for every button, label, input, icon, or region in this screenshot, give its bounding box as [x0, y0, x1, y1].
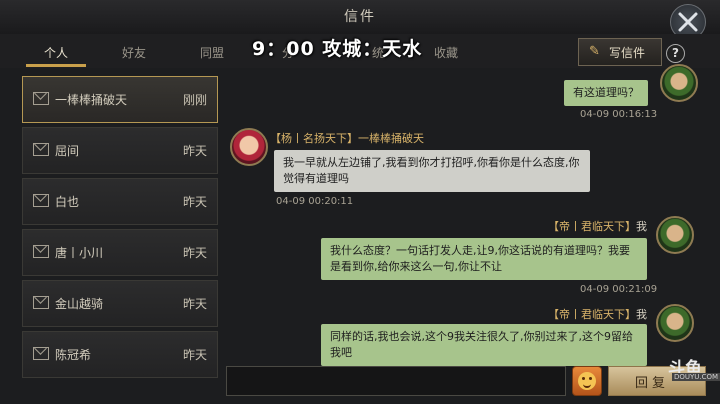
write-letter-label: 写信件: [609, 46, 646, 60]
title-bar: 信件: [0, 0, 720, 35]
chat-panel: 有这道理吗？ 04-09 00:16:13 【杨丨名扬天下】一棒棒捅破天 我一早…: [226, 64, 718, 366]
avatar[interactable]: [230, 128, 268, 166]
emoji-button[interactable]: [572, 366, 602, 396]
contact-name: 陈冠希: [55, 348, 92, 362]
window-title: 信件: [344, 9, 376, 25]
stream-overlay-text: 9：00 攻城：天水: [252, 38, 423, 60]
contact-item[interactable]: 屈间 昨天: [22, 127, 218, 174]
contact-time: 昨天: [182, 348, 207, 362]
sender-self-tag: 我: [636, 220, 647, 233]
contact-name: 屈间: [55, 144, 80, 158]
avatar[interactable]: [660, 64, 698, 102]
message-bubble: 我一早就从左边铺了,我看到你才打招呼,你看你是什么态度,你觉得有道理吗: [274, 150, 590, 192]
contact-name: 白也: [55, 195, 80, 209]
contact-time: 昨天: [182, 297, 207, 311]
mail-icon: [33, 245, 49, 258]
message-timestamp: 04-09 00:20:11: [276, 196, 354, 207]
avatar[interactable]: [656, 304, 694, 342]
message-bubble: 我什么态度？一句话打发人走,让9,你这话说的有道理吗？我要是看到你,给你来这么一…: [321, 238, 647, 280]
mail-icon: [33, 296, 49, 309]
pencil-icon: ✎: [589, 44, 600, 59]
contact-name: 金山越骑: [55, 297, 104, 311]
message-bubble: 有这道理吗？: [564, 80, 648, 106]
mail-icon: [33, 347, 49, 360]
message-timestamp: 04-09 00:16:13: [580, 109, 658, 120]
reply-label: 回复: [635, 376, 670, 391]
mail-icon: [33, 92, 49, 105]
write-letter-button[interactable]: ✎ 写信件: [578, 38, 662, 66]
contact-time: 刚刚: [182, 93, 207, 107]
sender-self-tag: 我: [636, 308, 647, 321]
contact-time: 昨天: [182, 246, 207, 260]
watermark-logo: 斗鱼 DOUYU.COM: [668, 354, 720, 384]
sender-name: 【帝丨君临天下】: [548, 308, 636, 321]
contact-item[interactable]: 金山越骑 昨天: [22, 280, 218, 327]
contact-name: 唐丨小川: [55, 246, 104, 260]
contact-item[interactable]: 唐丨小川 昨天: [22, 229, 218, 276]
mail-icon: [33, 194, 49, 207]
help-button[interactable]: ?: [666, 44, 685, 63]
active-tab-indicator: [26, 64, 86, 67]
contact-list: 一棒棒捅破天 刚刚 屈间 昨天 白也 昨天 唐丨小川 昨天 金山越骑 昨天 陈冠…: [18, 72, 223, 404]
message-timestamp: 04-09 00:21:09: [580, 284, 658, 295]
tab-alliance[interactable]: 同盟: [200, 44, 224, 61]
message-sender: 【杨丨名扬天下】一棒棒捅破天: [270, 132, 424, 145]
watermark-subtext: DOUYU.COM: [672, 373, 720, 381]
contact-time: 昨天: [182, 195, 207, 209]
mail-icon: [33, 143, 49, 156]
contact-item[interactable]: 一棒棒捅破天 刚刚: [22, 76, 218, 123]
tab-friends[interactable]: 好友: [122, 44, 146, 61]
tab-favorites[interactable]: 收藏: [434, 44, 458, 61]
sender-name: 【帝丨君临天下】: [548, 220, 636, 233]
contact-name: 一棒棒捅破天: [55, 93, 128, 107]
message-bubble: 同样的话,我也会说,这个9我关注很久了,你别过来了,这个9留给我吧: [321, 324, 647, 366]
message-sender: 【帝丨君临天下】我: [548, 306, 647, 322]
contact-item[interactable]: 白也 昨天: [22, 178, 218, 225]
tab-personal[interactable]: 个人: [44, 44, 68, 61]
close-icon: [678, 12, 698, 32]
message-input[interactable]: [226, 366, 566, 396]
contact-time: 昨天: [182, 144, 207, 158]
avatar[interactable]: [656, 216, 694, 254]
message-sender: 【帝丨君临天下】我: [548, 218, 647, 234]
smiley-icon: [578, 372, 596, 390]
contact-item[interactable]: 陈冠希 昨天: [22, 331, 218, 378]
